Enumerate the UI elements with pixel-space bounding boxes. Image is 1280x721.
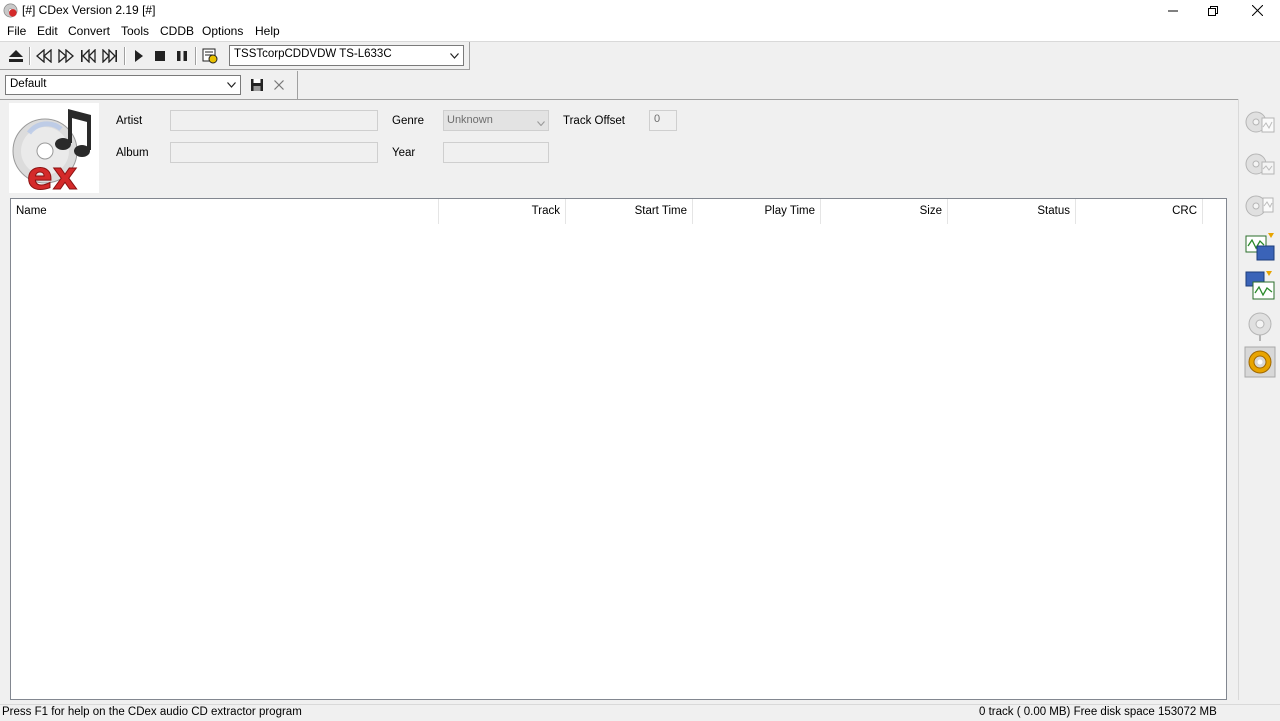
menu-help[interactable]: Help	[255, 24, 280, 38]
convert-to-compressed-icon	[1245, 233, 1275, 261]
record-icon	[1248, 312, 1272, 341]
delete-profile-button[interactable]	[270, 76, 288, 94]
configure-button[interactable]	[1243, 345, 1277, 379]
eject-button[interactable]	[7, 47, 25, 65]
column-header-crc[interactable]: CRC	[1076, 199, 1203, 224]
pause-icon	[177, 51, 187, 61]
track-offset-value: 0	[654, 113, 661, 125]
close-icon	[1251, 5, 1263, 16]
svg-text:ex: ex	[27, 154, 77, 193]
drive-select[interactable]: TSSTcorpCDDVDW TS-L633C	[229, 45, 464, 66]
eject-icon	[9, 50, 23, 62]
chevron-down-icon	[537, 117, 545, 129]
drive-select-value: TSSTcorpCDDVDW TS-L633C	[234, 48, 392, 60]
chevron-down-icon	[447, 46, 461, 65]
column-header-size[interactable]: Size	[821, 199, 948, 224]
play-icon	[135, 50, 143, 62]
year-label: Year	[392, 147, 416, 159]
minimize-icon	[1168, 10, 1178, 11]
artist-label: Artist	[116, 115, 143, 127]
cdex-logo: ex	[9, 103, 99, 199]
fast-forward-button[interactable]	[57, 47, 75, 65]
pause-button[interactable]	[173, 47, 191, 65]
menu-file[interactable]: File	[7, 24, 26, 38]
column-header-name[interactable]: Name	[11, 199, 439, 224]
menu-cddb[interactable]: CDDB	[160, 24, 194, 38]
close-icon	[274, 80, 284, 90]
track-offset-field[interactable]: 0	[649, 110, 677, 131]
menu-options[interactable]: Options	[202, 24, 243, 38]
extract-compressed-icon	[1245, 153, 1275, 175]
genre-select[interactable]: Unknown	[443, 110, 549, 131]
menu-tools[interactable]: Tools	[121, 24, 149, 38]
convert-to-wav-icon	[1245, 271, 1275, 300]
extract-partial-icon	[1245, 195, 1274, 217]
track-offset-label: Track Offset	[563, 115, 625, 127]
extract-partial-button[interactable]	[1243, 189, 1277, 223]
player-toolbar: TSSTcorpCDDVDW TS-L633C	[0, 42, 470, 70]
stop-icon	[155, 51, 165, 61]
menu-bar: File Edit Convert Tools CDDB Options Hel…	[0, 21, 1280, 42]
profile-select-value: Default	[10, 78, 47, 90]
menu-edit[interactable]: Edit	[37, 24, 58, 38]
track-list[interactable]: Name Track Start Time Play Time Size Sta…	[10, 198, 1227, 700]
convert-to-wav-button[interactable]	[1243, 269, 1277, 303]
status-bar: Press F1 for help on the CDex audio CD e…	[0, 704, 1280, 721]
previous-track-icon	[81, 49, 96, 63]
year-field[interactable]	[443, 142, 549, 163]
close-button[interactable]	[1234, 0, 1280, 21]
fast-forward-icon	[58, 49, 74, 63]
play-button[interactable]	[130, 47, 148, 65]
next-track-icon	[102, 49, 117, 63]
column-header-track[interactable]: Track	[439, 199, 566, 224]
column-header-start-time[interactable]: Start Time	[566, 199, 693, 224]
extract-compressed-button[interactable]	[1243, 147, 1277, 181]
genre-select-value: Unknown	[447, 114, 493, 126]
rewind-button[interactable]	[35, 47, 53, 65]
status-help-text: Press F1 for help on the CDex audio CD e…	[2, 706, 302, 718]
extract-wav-icon	[1245, 111, 1275, 133]
action-toolbar	[1238, 99, 1280, 700]
restore-icon	[1208, 5, 1218, 16]
title-bar: [#] CDex Version 2.19 [#]	[0, 0, 1280, 21]
column-header-play-time[interactable]: Play Time	[693, 199, 821, 224]
previous-track-button[interactable]	[79, 47, 97, 65]
window-title: [#] CDex Version 2.19 [#]	[22, 3, 156, 17]
profile-toolbar: Default	[0, 71, 298, 99]
album-label: Album	[116, 147, 149, 159]
cd-info-button[interactable]	[201, 47, 219, 65]
extract-wav-button[interactable]	[1243, 105, 1277, 139]
record-button[interactable]	[1243, 309, 1277, 343]
rewind-icon	[36, 49, 52, 63]
chevron-down-icon	[224, 76, 238, 94]
next-track-button[interactable]	[101, 47, 119, 65]
artist-field[interactable]	[170, 110, 378, 131]
save-profile-button[interactable]	[248, 76, 266, 94]
restore-button[interactable]	[1190, 0, 1236, 21]
stop-button[interactable]	[151, 47, 169, 65]
genre-label: Genre	[392, 115, 424, 127]
profile-select[interactable]: Default	[5, 75, 241, 95]
menu-convert[interactable]: Convert	[68, 24, 110, 38]
convert-to-compressed-button[interactable]	[1243, 231, 1277, 265]
album-field[interactable]	[170, 142, 378, 163]
status-summary: 0 track ( 0.00 MB) Free disk space 15307…	[979, 706, 1217, 718]
configure-icon	[1244, 346, 1276, 378]
column-header-status[interactable]: Status	[948, 199, 1076, 224]
cd-info-icon	[202, 48, 218, 64]
cdex-app-icon	[3, 3, 18, 18]
save-icon	[251, 79, 263, 91]
